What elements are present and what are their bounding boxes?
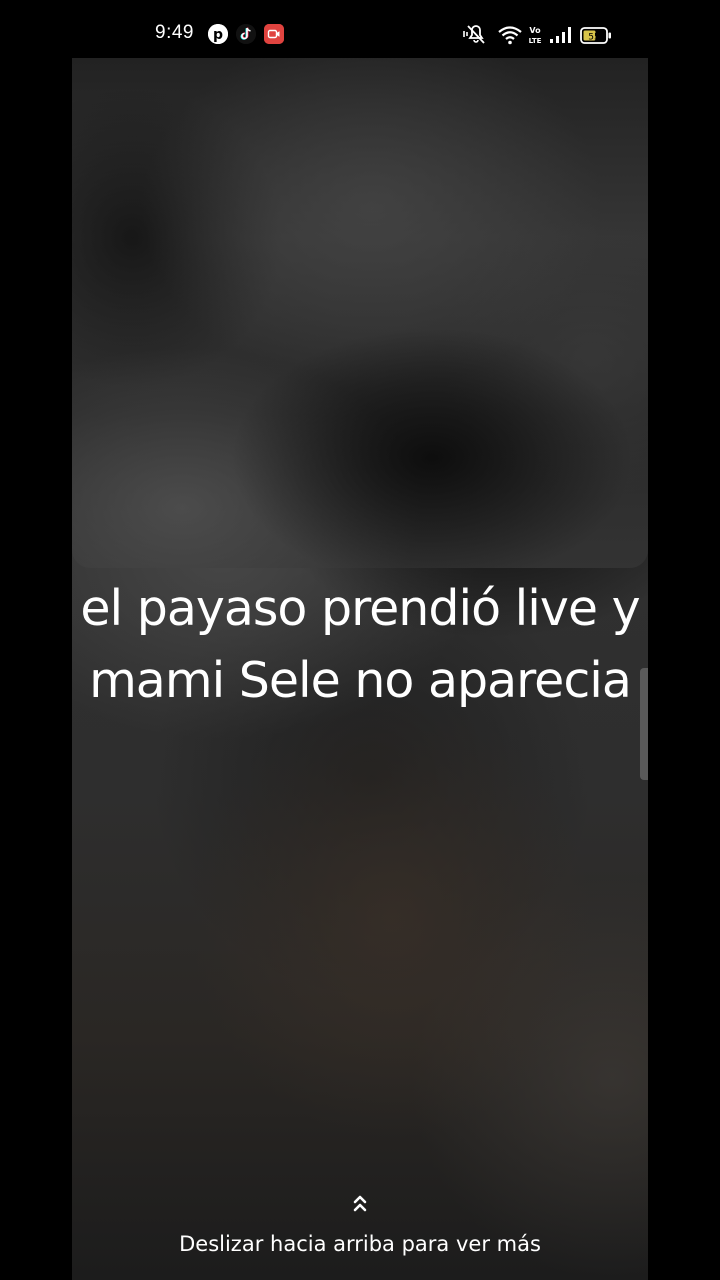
- battery-icon: 55: [580, 27, 612, 49]
- signal-icon: [549, 26, 573, 49]
- wifi-icon: [498, 25, 522, 50]
- volte-label-top: Vo: [529, 26, 541, 35]
- double-chevron-up-icon: [353, 1195, 367, 1212]
- caption-line-1: el payaso prendió live y: [80, 580, 640, 637]
- video-upper-panel: [72, 58, 648, 568]
- swipe-up-hint[interactable]: Deslizar hacia arriba para ver más: [0, 1192, 720, 1256]
- tiktok-icon: [236, 24, 256, 44]
- screen: 9:49 p Vo LTE 55 el payaso prendió live …: [0, 0, 720, 1280]
- volte-icon: Vo LTE: [528, 25, 542, 50]
- swipe-up-label: Deslizar hacia arriba para ver más: [179, 1232, 541, 1256]
- volte-label-bottom: LTE: [529, 37, 542, 45]
- screen-recorder-icon: [264, 24, 284, 44]
- status-time: 9:49: [155, 22, 194, 43]
- svg-text:p: p: [213, 27, 223, 43]
- vibrate-icon: [463, 24, 489, 51]
- video-caption: el payaso prendió live y mami Sele no ap…: [0, 573, 720, 717]
- caption-line-2: mami Sele no aparecia: [89, 652, 632, 709]
- pinterest-icon: p: [208, 24, 228, 44]
- battery-level: 55: [588, 32, 599, 42]
